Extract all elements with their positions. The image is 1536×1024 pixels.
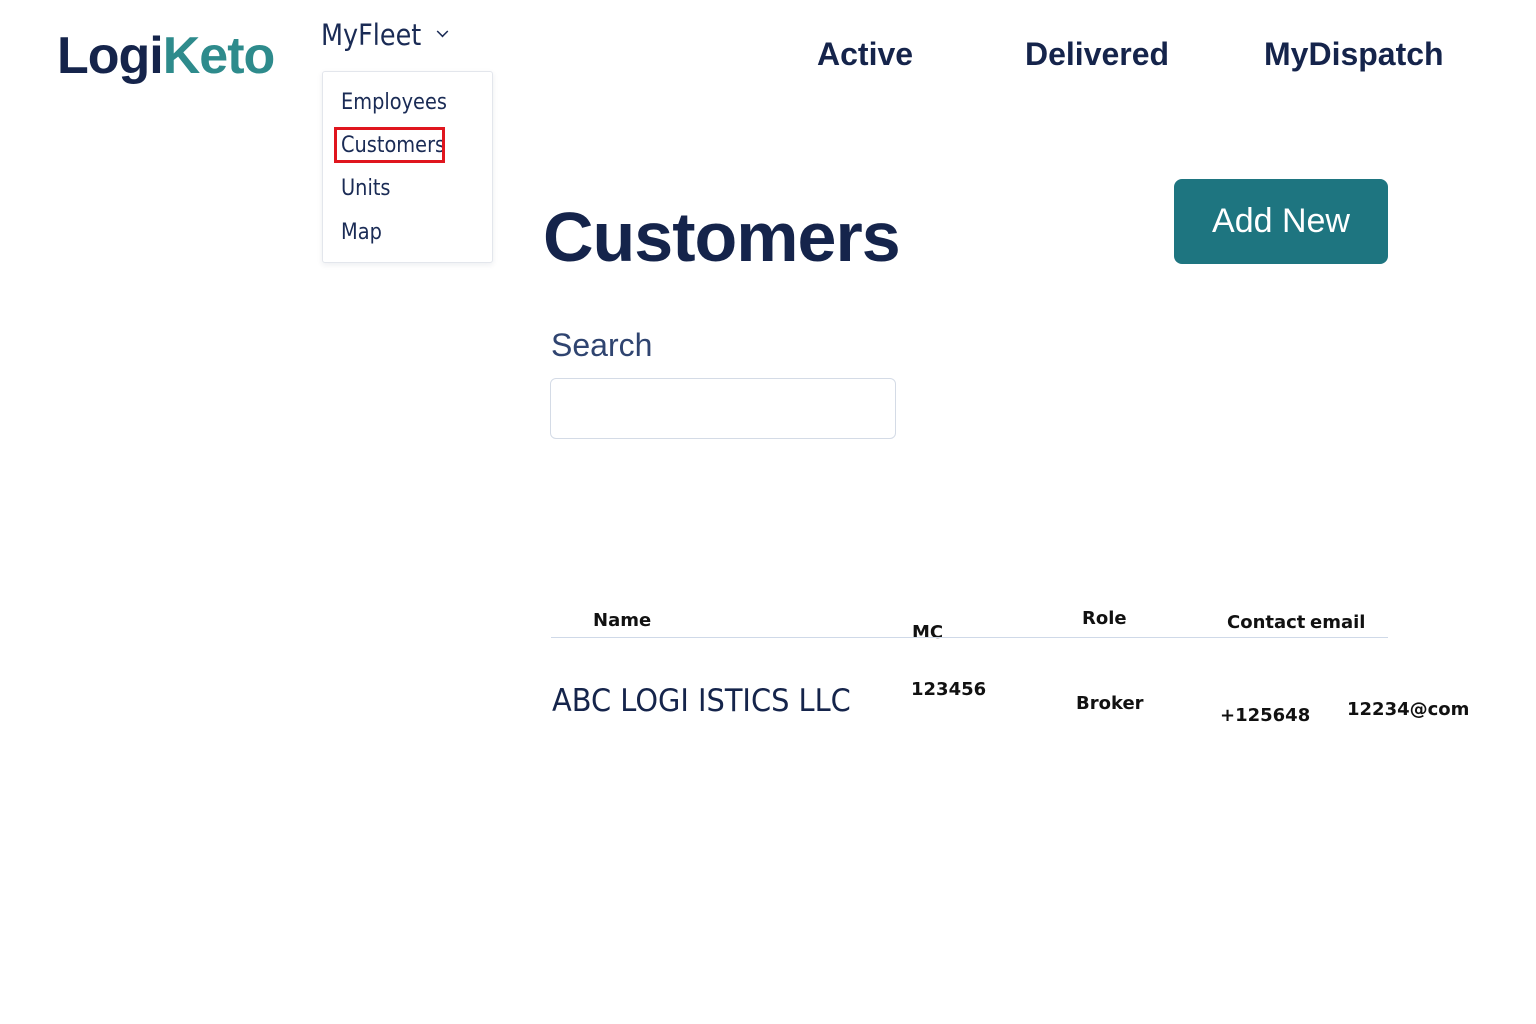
column-header-mc: MC: [912, 622, 944, 643]
dropdown-item-customers[interactable]: Customers: [341, 132, 445, 160]
nav-delivered[interactable]: Delivered: [1025, 34, 1169, 74]
nav-active[interactable]: Active: [817, 34, 913, 74]
column-header-email: email: [1310, 612, 1366, 633]
search-input[interactable]: [550, 378, 896, 439]
customer-mc-cell: 123456: [911, 679, 987, 700]
column-header-name: Name: [593, 610, 652, 631]
nav-mydispatch[interactable]: MyDispatch: [1264, 34, 1444, 74]
myfleet-dropdown: Employees Customers Units Map: [322, 71, 493, 263]
logo-text-logi: Logi: [57, 27, 164, 85]
search-label: Search: [551, 327, 653, 363]
myfleet-label: MyFleet: [321, 18, 422, 52]
add-new-button[interactable]: Add New: [1174, 179, 1388, 264]
logo[interactable]: LogiKeto: [57, 26, 276, 86]
myfleet-menu-button[interactable]: MyFleet: [321, 18, 449, 52]
page-title: Customers: [543, 198, 901, 276]
logo-text-keto: Keto: [162, 27, 276, 85]
customer-contact-cell: +125648: [1220, 705, 1311, 726]
dropdown-item-employees[interactable]: Employees: [341, 89, 447, 117]
customer-name-cell: ABC LOGI ISTICS LLC: [552, 683, 851, 719]
dropdown-item-units[interactable]: Units: [341, 175, 391, 203]
customer-email-cell: 12234@com: [1347, 699, 1470, 720]
dropdown-item-map[interactable]: Map: [341, 219, 382, 247]
table-divider: [551, 637, 1388, 638]
chevron-down-icon: [436, 25, 449, 37]
customer-role-cell: Broker: [1076, 693, 1144, 714]
column-header-role: Role: [1082, 608, 1127, 629]
column-header-contact: Contact: [1227, 612, 1306, 633]
